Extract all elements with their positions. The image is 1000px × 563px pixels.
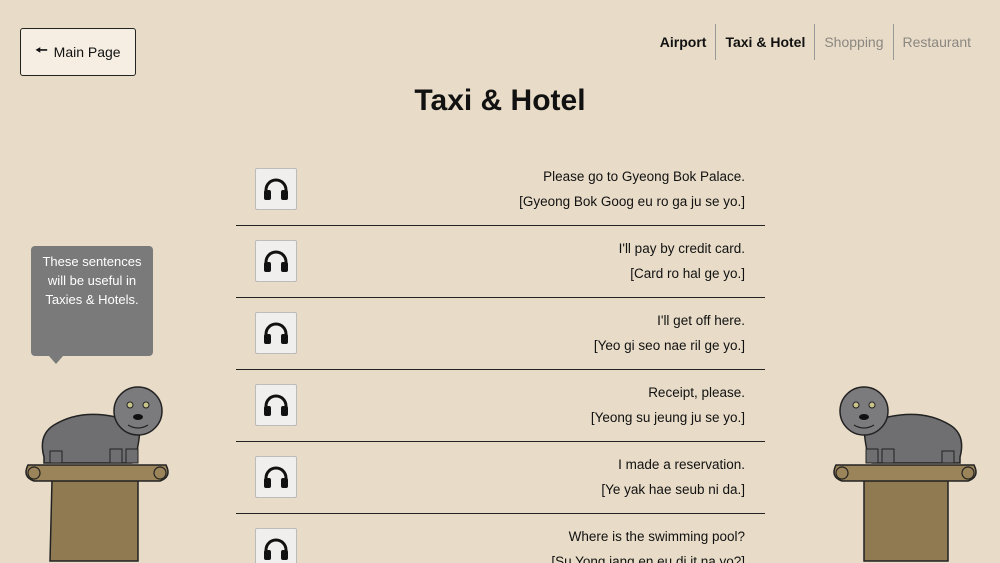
headphones-icon <box>264 538 288 560</box>
audio-button[interactable] <box>255 168 297 210</box>
arrow-left-icon: 🠔 <box>35 42 48 58</box>
phrase-row: I made a reservation. [Ye yak hae seub n… <box>236 442 765 514</box>
nav-item-shopping[interactable]: Shopping <box>814 24 892 60</box>
phrase-english: I made a reservation. <box>618 457 745 472</box>
phrase-row: Where is the swimming pool? [Su Yong jan… <box>236 514 765 563</box>
haetae-statue-left <box>25 386 169 562</box>
audio-button[interactable] <box>255 384 297 426</box>
phrase-korean: [Su Yong jang en eu di it na yo?] <box>551 554 745 563</box>
phrase-list: Please go to Gyeong Bok Palace. [Gyeong … <box>236 154 765 563</box>
nav-item-airport[interactable]: Airport <box>651 24 716 60</box>
headphones-icon <box>264 250 288 272</box>
haetae-statue-right <box>833 386 977 562</box>
phrase-korean: [Card ro hal ge yo.] <box>630 266 745 281</box>
phrase-english: Please go to Gyeong Bok Palace. <box>543 169 745 184</box>
headphones-icon <box>264 322 288 344</box>
main-page-button[interactable]: 🠔 Main Page <box>20 28 136 76</box>
phrase-row: I'll pay by credit card. [Card ro hal ge… <box>236 226 765 298</box>
phrase-english: Where is the swimming pool? <box>568 529 745 544</box>
info-tooltip: These sentences will be useful in Taxies… <box>31 246 153 364</box>
headphones-icon <box>264 394 288 416</box>
phrase-english: Receipt, please. <box>648 385 745 400</box>
phrase-row: I'll get off here. [Yeo gi seo nae ril g… <box>236 298 765 370</box>
phrase-korean: [Ye yak hae seub ni da.] <box>601 482 745 497</box>
phrase-row: Receipt, please. [Yeong su jeung ju se y… <box>236 370 765 442</box>
phrase-english: I'll get off here. <box>657 313 745 328</box>
phrase-korean: [Gyeong Bok Goog eu ro ga ju se yo.] <box>519 194 745 209</box>
top-nav: Airport Taxi & Hotel Shopping Restaurant <box>651 24 980 60</box>
main-page-button-label: Main Page <box>53 44 121 60</box>
audio-button[interactable] <box>255 528 297 563</box>
phrase-korean: [Yeo gi seo nae ril ge yo.] <box>593 338 745 353</box>
audio-button[interactable] <box>255 456 297 498</box>
phrase-korean: [Yeong su jeung ju se yo.] <box>590 410 745 425</box>
nav-item-restaurant[interactable]: Restaurant <box>892 24 980 60</box>
phrase-row: Please go to Gyeong Bok Palace. [Gyeong … <box>236 154 765 226</box>
audio-button[interactable] <box>255 312 297 354</box>
page-title: Taxi & Hotel <box>414 84 586 117</box>
headphones-icon <box>264 466 288 488</box>
phrase-english: I'll pay by credit card. <box>618 241 745 256</box>
nav-item-taxi-hotel[interactable]: Taxi & Hotel <box>715 24 814 60</box>
audio-button[interactable] <box>255 240 297 282</box>
headphones-icon <box>264 178 288 200</box>
